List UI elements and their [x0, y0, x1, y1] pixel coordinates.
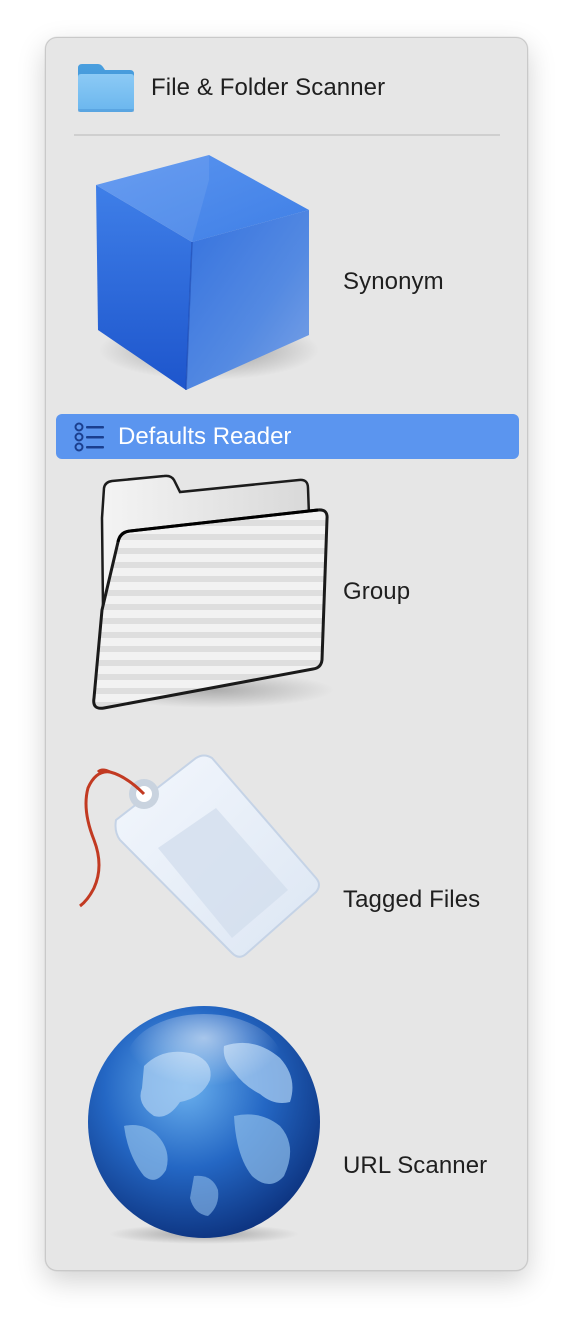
menu-item-defaults-reader[interactable]: Defaults Reader	[56, 414, 519, 459]
menu-item-synonym[interactable]: Synonym	[46, 146, 527, 401]
folder-icon	[76, 62, 136, 114]
menu-item-file-folder-scanner[interactable]: File & Folder Scanner	[66, 52, 506, 122]
menu-item-group[interactable]: Group	[46, 468, 527, 718]
menu-item-label: Tagged Files	[343, 886, 481, 913]
menu-item-url-scanner[interactable]: URL Scanner	[46, 1000, 527, 1260]
globe-icon	[84, 1006, 324, 1246]
menu-item-tagged-files[interactable]: Tagged Files	[46, 744, 527, 984]
tag-icon	[76, 748, 336, 978]
white-folder-icon	[74, 470, 334, 715]
blue-cube-icon	[84, 150, 324, 395]
menu-item-label: Defaults Reader	[118, 423, 292, 450]
menu-item-label: Synonym	[343, 268, 444, 295]
menu-separator	[74, 134, 500, 136]
menu-item-label: Group	[343, 578, 411, 605]
menu-item-label: File & Folder Scanner	[151, 74, 386, 101]
menu-item-label: URL Scanner	[343, 1152, 488, 1179]
source-menu: File & Folder Scanner Synonym Defaults R…	[45, 37, 528, 1271]
list-icon	[74, 422, 106, 452]
